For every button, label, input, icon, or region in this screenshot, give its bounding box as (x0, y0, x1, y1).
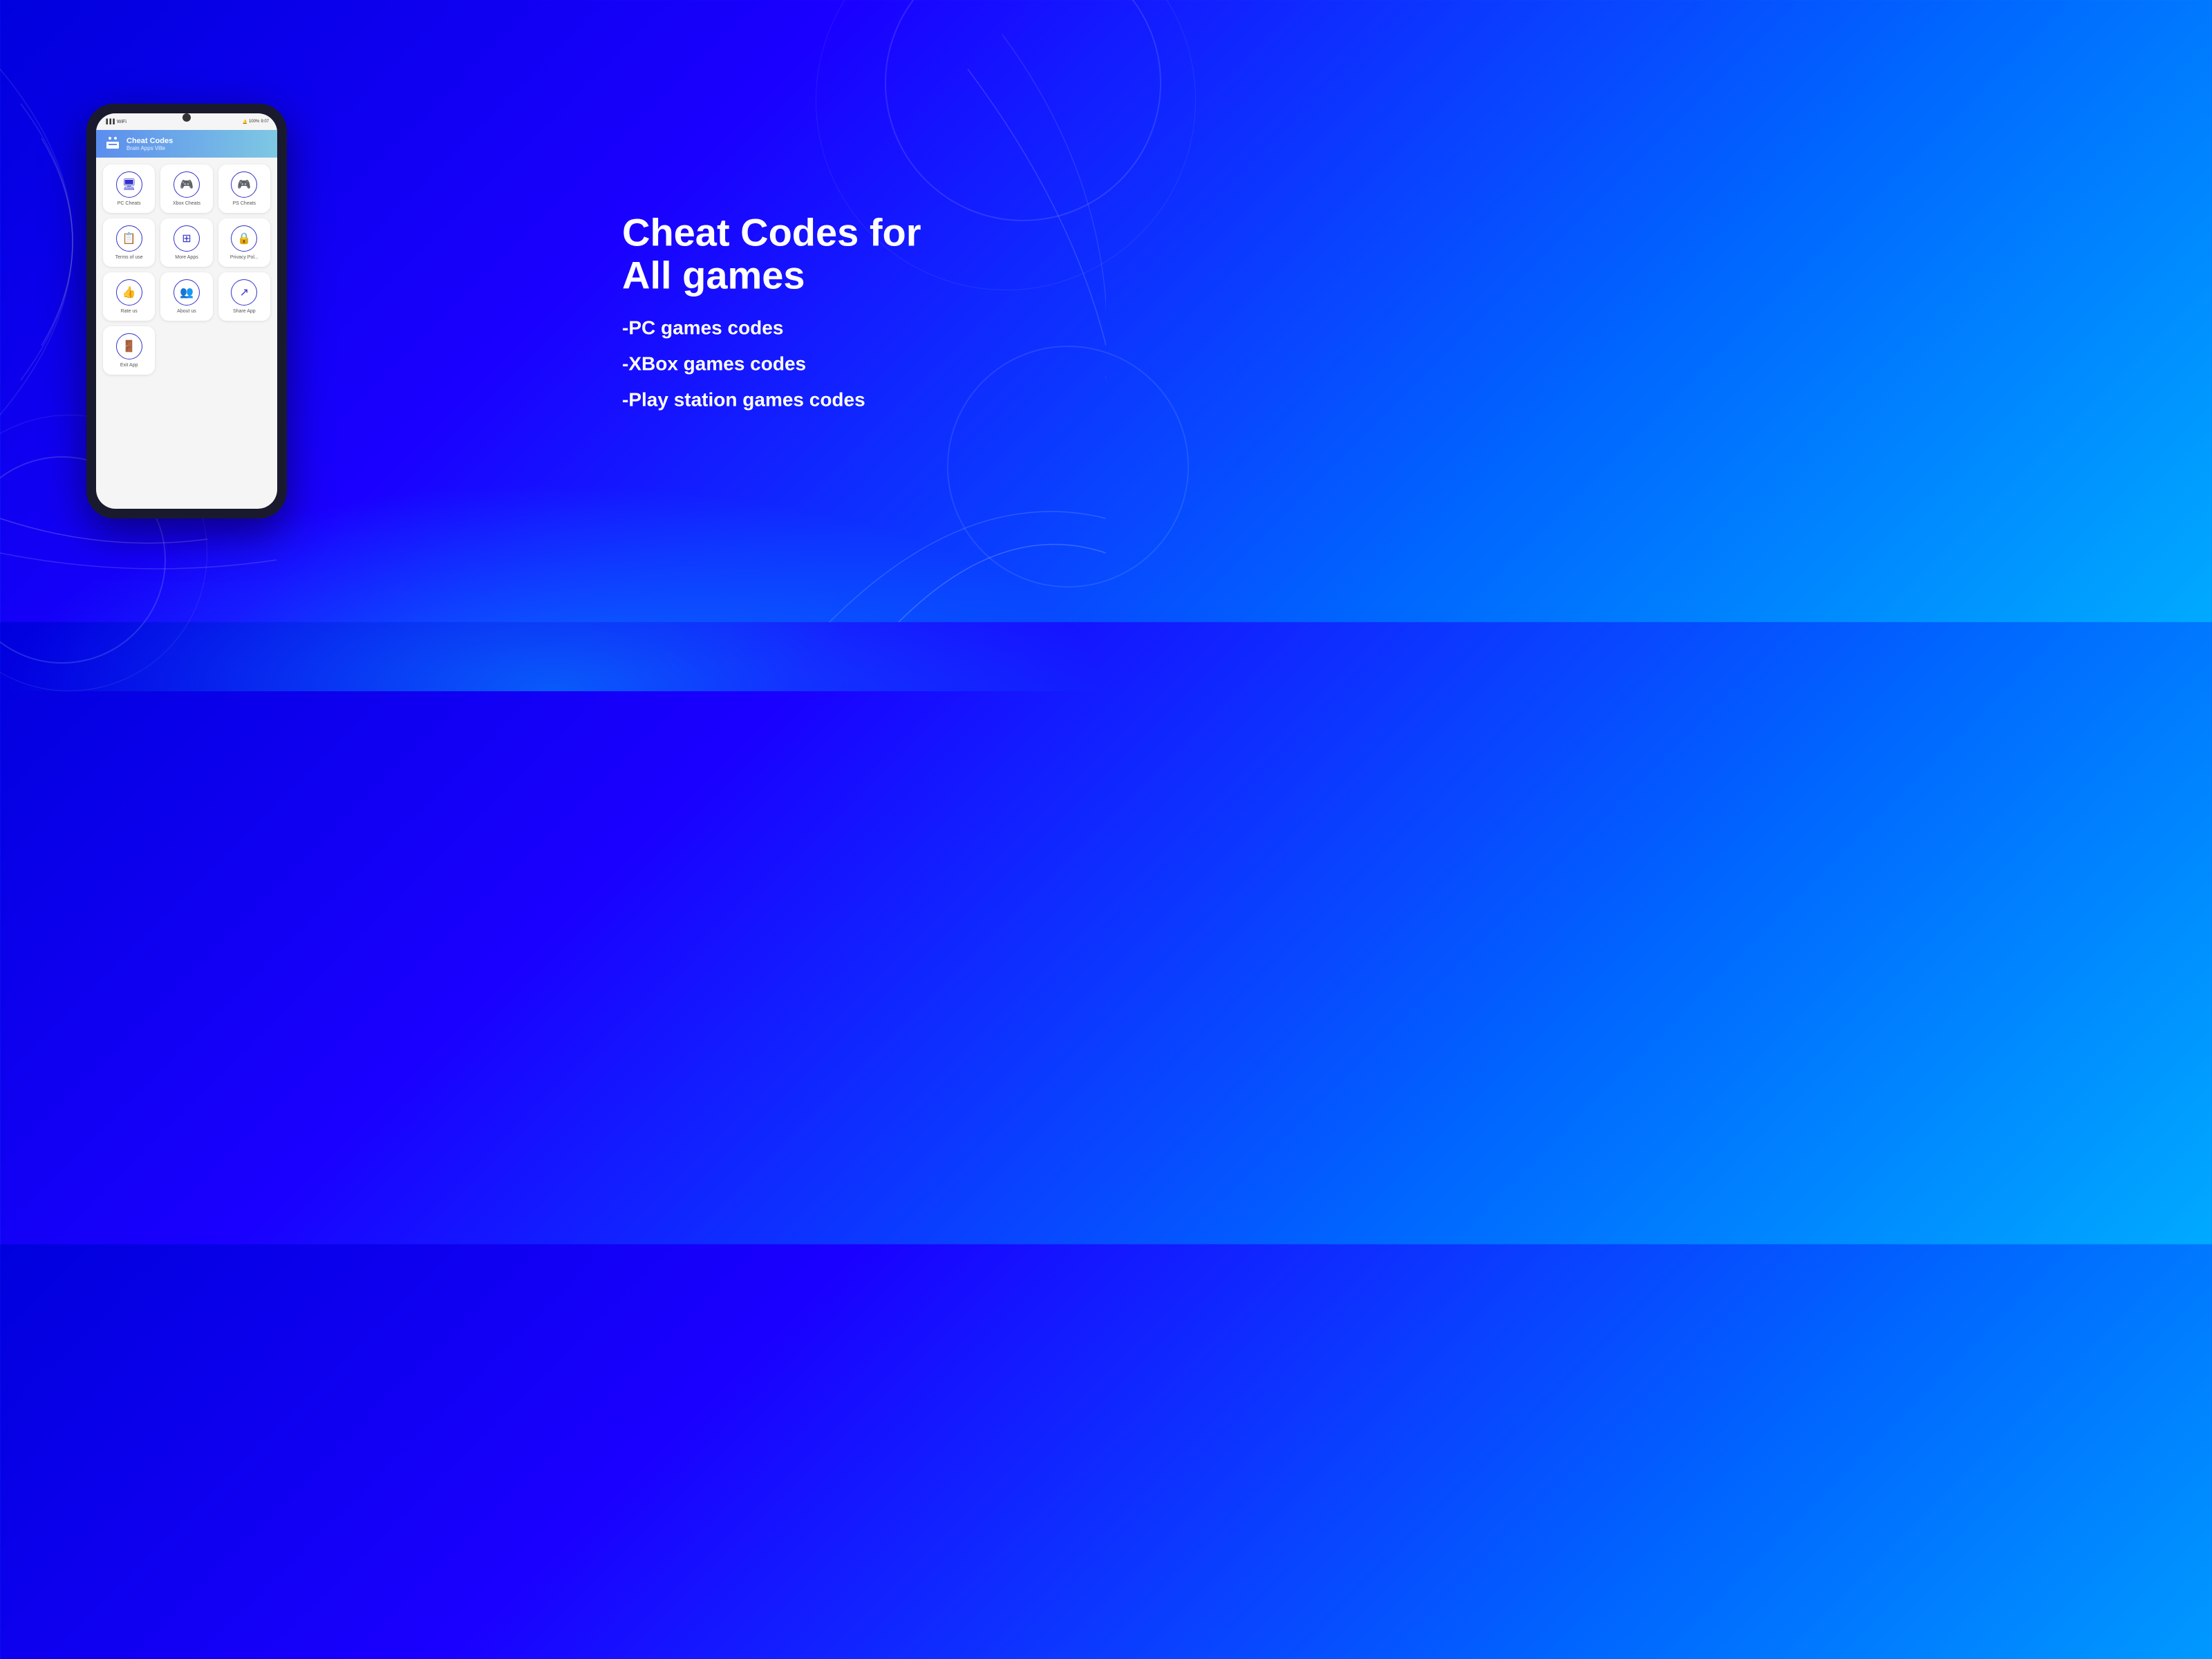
menu-item-pc-cheats[interactable]: 🖥 PC Cheats (103, 165, 155, 213)
app-header-text: Cheat Codes Brain Apps Ville (126, 137, 173, 151)
signal-icon: ▐▐▐ (104, 120, 115, 124)
feature-item-1: -XBox games codes (622, 353, 1065, 375)
menu-icon-0: 🖥 (116, 171, 142, 198)
menu-icon-4: ⊞ (174, 225, 200, 252)
menu-icon-9: 🚪 (116, 333, 142, 359)
menu-item-terms-of-use[interactable]: 📋 Terms of use (103, 218, 155, 267)
right-section: Cheat Codes for All games -PC games code… (622, 211, 1065, 411)
menu-icon-3: 📋 (116, 225, 142, 252)
menu-item-ps-cheats[interactable]: 🎮 PS Cheats (218, 165, 270, 213)
menu-label-3: Terms of use (115, 255, 143, 260)
menu-icon-6: 👍 (116, 279, 142, 306)
menu-label-8: Share App (233, 309, 256, 314)
menu-label-4: More Apps (175, 255, 198, 260)
menu-label-7: About us (177, 309, 196, 314)
menu-label-9: Exit App (120, 363, 138, 368)
menu-item-exit-app[interactable]: 🚪 Exit App (103, 326, 155, 375)
wifi-icon: WiFi (117, 120, 126, 124)
status-left: ▐▐▐ WiFi (104, 120, 126, 124)
feature-item-2: -Play station games codes (622, 389, 1065, 411)
menu-icon-7: 👥 (174, 279, 200, 306)
headline: Cheat Codes for All games (622, 211, 1065, 296)
feature-list: -PC games codes -XBox games codes -Play st… (622, 317, 1065, 411)
battery-level: 100% (249, 120, 259, 124)
app-logo-icon (104, 135, 121, 152)
menu-item-privacy-pol...[interactable]: 🔒 Privacy Pol... (218, 218, 270, 267)
phone-notch (159, 104, 214, 111)
deco-circle-3 (885, 0, 1161, 221)
phone-frame: ▐▐▐ WiFi 🔔 100% 9:07 Cheat Codes (86, 104, 287, 518)
app-title: Cheat Codes (126, 137, 173, 145)
menu-item-rate-us[interactable]: 👍 Rate us (103, 272, 155, 321)
menu-label-6: Rate us (121, 309, 138, 314)
feature-item-0: -PC games codes (622, 317, 1065, 339)
app-subtitle: Brain Apps Ville (126, 145, 173, 151)
menu-grid: 🖥 PC Cheats 🎮 Xbox Cheats 🎮 PS Cheats 📋 Terms o… (96, 158, 277, 382)
menu-icon-2: 🎮 (231, 171, 257, 198)
phone-camera (182, 113, 191, 122)
headline-line1: Cheat Codes for (622, 210, 921, 254)
menu-item-share-app[interactable]: ↗ Share App (218, 272, 270, 321)
headline-line2: All games (622, 253, 805, 297)
menu-item-xbox-cheats[interactable]: 🎮 Xbox Cheats (160, 165, 212, 213)
phone-section: ▐▐▐ WiFi 🔔 100% 9:07 Cheat Codes (55, 104, 318, 518)
menu-label-1: Xbox Cheats (173, 201, 200, 206)
menu-label-0: PC Cheats (118, 201, 141, 206)
menu-label-2: PS Cheats (233, 201, 256, 206)
menu-item-about-us[interactable]: 👥 About us (160, 272, 212, 321)
status-right: 🔔 100% 9:07 (242, 120, 269, 124)
battery-icon: 🔔 (242, 120, 247, 124)
menu-icon-5: 🔒 (231, 225, 257, 252)
time-display: 9:07 (261, 120, 269, 124)
app-header: Cheat Codes Brain Apps Ville (96, 130, 277, 158)
menu-item-more-apps[interactable]: ⊞ More Apps (160, 218, 212, 267)
menu-label-5: Privacy Pol... (230, 255, 259, 260)
phone-screen: ▐▐▐ WiFi 🔔 100% 9:07 Cheat Codes (96, 113, 277, 509)
menu-icon-8: ↗ (231, 279, 257, 306)
menu-icon-1: 🎮 (174, 171, 200, 198)
